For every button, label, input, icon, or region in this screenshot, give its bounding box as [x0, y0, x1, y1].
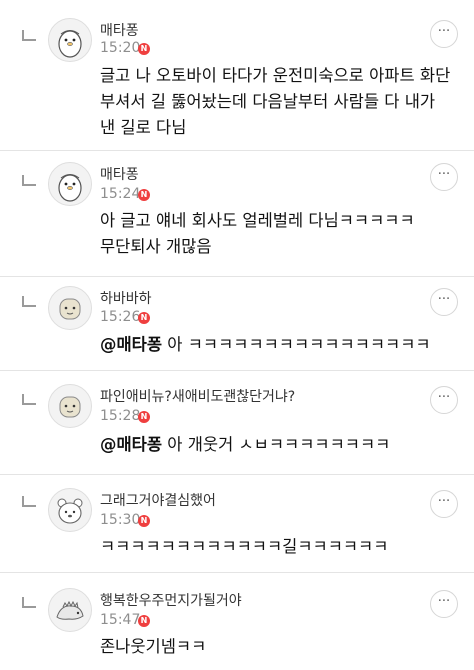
reply-indicator-icon	[22, 296, 36, 307]
more-options-button[interactable]: ···	[430, 20, 458, 48]
mention-link[interactable]: @매타퐁	[100, 435, 162, 454]
comment-text-body: 아 ㅋㅋㅋㅋㅋㅋㅋㅋㅋㅋㅋㅋㅋㅋㅋㅋ	[167, 335, 431, 354]
reply-indicator-icon	[22, 394, 36, 405]
comment-item: 매타퐁 15:20 N ··· 글고 나 오토바이 타다가 운전미숙으로 아파트…	[0, 0, 474, 150]
more-options-button[interactable]: ···	[430, 288, 458, 316]
reply-indicator-icon	[22, 175, 36, 186]
avatar[interactable]	[48, 162, 92, 206]
comment-time: 15:30	[100, 512, 141, 528]
new-badge: N	[138, 43, 150, 55]
bear-avatar-icon	[57, 498, 83, 524]
reply-indicator-icon	[22, 496, 36, 507]
comment-nickname[interactable]: 그래그거야결심했어	[100, 490, 216, 510]
new-badge: N	[138, 411, 150, 423]
comment-item: 행복한우주먼지가될거야 15:47 N ··· 존나웃기넴ㅋㅋ	[0, 572, 474, 670]
reply-indicator-icon	[22, 597, 36, 608]
default-creature-avatar-icon	[59, 396, 81, 418]
avatar[interactable]	[48, 18, 92, 62]
comment-time: 15:28	[100, 408, 141, 424]
cartoon-penguin-avatar-icon	[58, 30, 82, 58]
avatar[interactable]	[48, 384, 92, 428]
new-badge: N	[138, 312, 150, 324]
comment-text: @매타퐁 아 개웃거 ㅅㅂㅋㅋㅋㅋㅋㅋㅋㅋ	[100, 432, 452, 458]
comment-time: 15:47	[100, 612, 141, 628]
comment-time: 15:24	[100, 186, 141, 202]
new-badge: N	[138, 189, 150, 201]
default-creature-avatar-icon	[59, 298, 81, 320]
mention-link[interactable]: @매타퐁	[100, 335, 162, 354]
new-badge: N	[138, 615, 150, 627]
comment-text: @매타퐁 아 ㅋㅋㅋㅋㅋㅋㅋㅋㅋㅋㅋㅋㅋㅋㅋㅋ	[100, 332, 452, 358]
comment-text: ㅋㅋㅋㅋㅋㅋㅋㅋㅋㅋㅋㅋ길ㅋㅋㅋㅋㅋㅋ	[100, 537, 389, 556]
dinosaur-avatar-icon	[56, 600, 84, 620]
comment-nickname[interactable]: 하바바하	[100, 288, 152, 308]
comment-item: 하바바하 15:26 N ··· @매타퐁 아 ㅋㅋㅋㅋㅋㅋㅋㅋㅋㅋㅋㅋㅋㅋㅋㅋ	[0, 276, 474, 370]
comment-time: 15:26	[100, 309, 141, 325]
avatar[interactable]	[48, 488, 92, 532]
avatar[interactable]	[48, 588, 92, 632]
new-badge: N	[138, 515, 150, 527]
comment-nickname[interactable]: 파인애비뉴?새애비도괜찮단거냐?	[100, 386, 295, 406]
comment-text: 글고 나 오토바이 타다가 운전미숙으로 아파트 화단 부셔서 길 뚫어놨는데 …	[100, 66, 451, 137]
more-options-button[interactable]: ···	[430, 590, 458, 618]
avatar[interactable]	[48, 286, 92, 330]
comment-text-body: 아 개웃거 ㅅㅂㅋㅋㅋㅋㅋㅋㅋㅋ	[167, 435, 391, 454]
reply-indicator-icon	[22, 30, 36, 41]
comment-nickname[interactable]: 매타퐁	[100, 20, 139, 40]
more-options-button[interactable]: ···	[430, 490, 458, 518]
comment-item: 그래그거야결심했어 15:30 N ··· ㅋㅋㅋㅋㅋㅋㅋㅋㅋㅋㅋㅋ길ㅋㅋㅋㅋㅋ…	[0, 474, 474, 572]
cartoon-penguin-avatar-icon	[58, 174, 82, 202]
comment-item: 매타퐁 15:24 N ··· 아 글고 얘네 회사도 얼레벌레 다님ㅋㅋㅋㅋㅋ…	[0, 150, 474, 276]
comment-text: 아 글고 얘네 회사도 얼레벌레 다님ㅋㅋㅋㅋㅋ 무단퇴사 개많음	[100, 211, 415, 256]
more-options-button[interactable]: ···	[430, 163, 458, 191]
more-options-button[interactable]: ···	[430, 386, 458, 414]
comment-time: 15:20	[100, 40, 141, 56]
comment-nickname[interactable]: 행복한우주먼지가될거야	[100, 590, 242, 610]
comment-text: 존나웃기넴ㅋㅋ	[100, 637, 207, 656]
comment-item: 파인애비뉴?새애비도괜찮단거냐? 15:28 N ··· @매타퐁 아 개웃거 …	[0, 370, 474, 474]
comment-nickname[interactable]: 매타퐁	[100, 164, 139, 184]
